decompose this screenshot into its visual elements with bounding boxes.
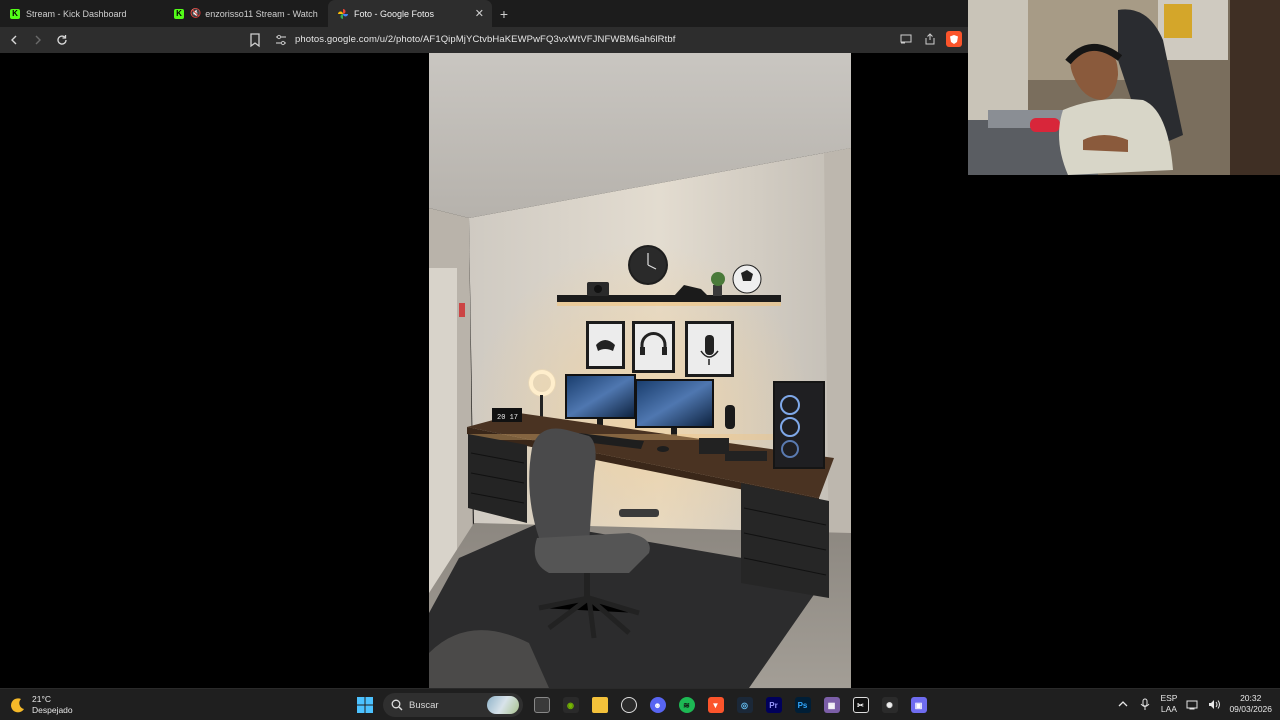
share-icon[interactable]	[922, 31, 938, 47]
weather-widget[interactable]: 21°C Despejado	[10, 694, 73, 716]
moon-icon	[11, 698, 24, 713]
language-code: ESP	[1160, 693, 1178, 703]
taskbar-clock[interactable]: 20:32 09/03/2026	[1229, 693, 1272, 715]
google-photos-icon	[338, 8, 348, 19]
back-icon[interactable]	[4, 30, 24, 50]
capcut-icon[interactable]: ✂	[846, 693, 875, 717]
clock-time: 20:32	[1240, 693, 1262, 703]
microphone-icon[interactable]	[1138, 697, 1152, 711]
photo-image: 20 17	[429, 53, 851, 688]
address-bar[interactable]: photos.google.com/u/2/photo/AF1QipMjYCtv…	[295, 34, 675, 45]
volume-icon[interactable]	[1207, 697, 1221, 711]
muted-speaker-icon[interactable]: 🔇	[190, 8, 201, 19]
webcam-feed	[968, 0, 1280, 175]
search-highlight-image	[487, 696, 519, 714]
windows-start-icon[interactable]	[350, 693, 379, 717]
forward-icon[interactable]	[28, 30, 48, 50]
search-icon	[391, 699, 403, 711]
tab-google-photos[interactable]: Foto - Google Fotos ✕	[328, 0, 492, 27]
tab-kick-dashboard[interactable]: K Stream - Kick Dashboard	[0, 0, 164, 27]
browser-toolbar: photos.google.com/u/2/photo/AF1QipMjYCtv…	[0, 27, 968, 53]
search-placeholder: Buscar	[409, 699, 439, 711]
tab-enzorisso-stream[interactable]: K 🔇 enzorisso11 Stream - Watch Live	[164, 0, 328, 27]
steam-icon[interactable]: ◎	[730, 693, 759, 717]
reload-icon[interactable]	[52, 30, 72, 50]
nvidia-icon[interactable]: ◉	[556, 693, 585, 717]
taskbar-apps: Buscar ◉ ☻ ≋ ▼ ◎ Pr Ps ▦ ✂ ✺ ▣	[350, 693, 933, 717]
new-tab-button[interactable]: +	[492, 0, 516, 27]
brave-icon[interactable]: ▼	[701, 693, 730, 717]
site-settings-icon[interactable]	[274, 33, 288, 47]
screen: K Stream - Kick Dashboard K 🔇 enzorisso1…	[0, 0, 1280, 720]
desk-setup-photo[interactable]: 20 17	[429, 53, 851, 688]
language-indicator[interactable]: ESP LAA	[1160, 693, 1177, 715]
cast-icon[interactable]	[898, 31, 914, 47]
tab-title: Stream - Kick Dashboard	[26, 8, 127, 19]
desk-clock-display: 20 17	[497, 414, 518, 422]
close-tab-icon[interactable]: ✕	[475, 7, 484, 20]
chevron-up-icon[interactable]	[1116, 697, 1130, 711]
keyboard-layout: LAA	[1160, 704, 1177, 714]
network-icon[interactable]	[1185, 697, 1199, 711]
weather-temp: 21°C	[32, 694, 51, 704]
file-explorer-icon[interactable]	[585, 693, 614, 717]
premiere-pro-icon[interactable]: Pr	[759, 693, 788, 717]
steelseries-icon[interactable]: ✺	[875, 693, 904, 717]
weather-condition: Despejado	[32, 705, 73, 715]
brave-shields-icon[interactable]	[946, 31, 962, 47]
photoshop-icon[interactable]: Ps	[788, 693, 817, 717]
browser-tab-strip: K Stream - Kick Dashboard K 🔇 enzorisso1…	[0, 0, 968, 27]
taskbar-search[interactable]: Buscar	[383, 693, 523, 717]
kick-icon: K	[174, 8, 184, 19]
discord-icon[interactable]: ☻	[643, 693, 672, 717]
app-grid-icon[interactable]: ▦	[817, 693, 846, 717]
webcam-overlay	[968, 0, 1280, 175]
obs-icon[interactable]	[614, 693, 643, 717]
windows-taskbar: 21°C Despejado Buscar ◉ ☻ ≋ ▼ ◎ Pr Ps ▦	[0, 688, 1280, 720]
tab-title: enzorisso11 Stream - Watch Live	[205, 8, 320, 19]
purple-app-icon[interactable]: ▣	[904, 693, 933, 717]
system-tray: ESP LAA 20:32 09/03/2026	[1116, 693, 1272, 715]
toolbar-actions	[898, 31, 962, 47]
clock-date: 09/03/2026	[1229, 704, 1272, 714]
task-view-icon[interactable]	[527, 693, 556, 717]
spotify-icon[interactable]: ≋	[672, 693, 701, 717]
bookmark-icon[interactable]	[248, 32, 262, 48]
tab-title: Foto - Google Fotos	[354, 8, 435, 19]
kick-icon: K	[10, 8, 20, 19]
